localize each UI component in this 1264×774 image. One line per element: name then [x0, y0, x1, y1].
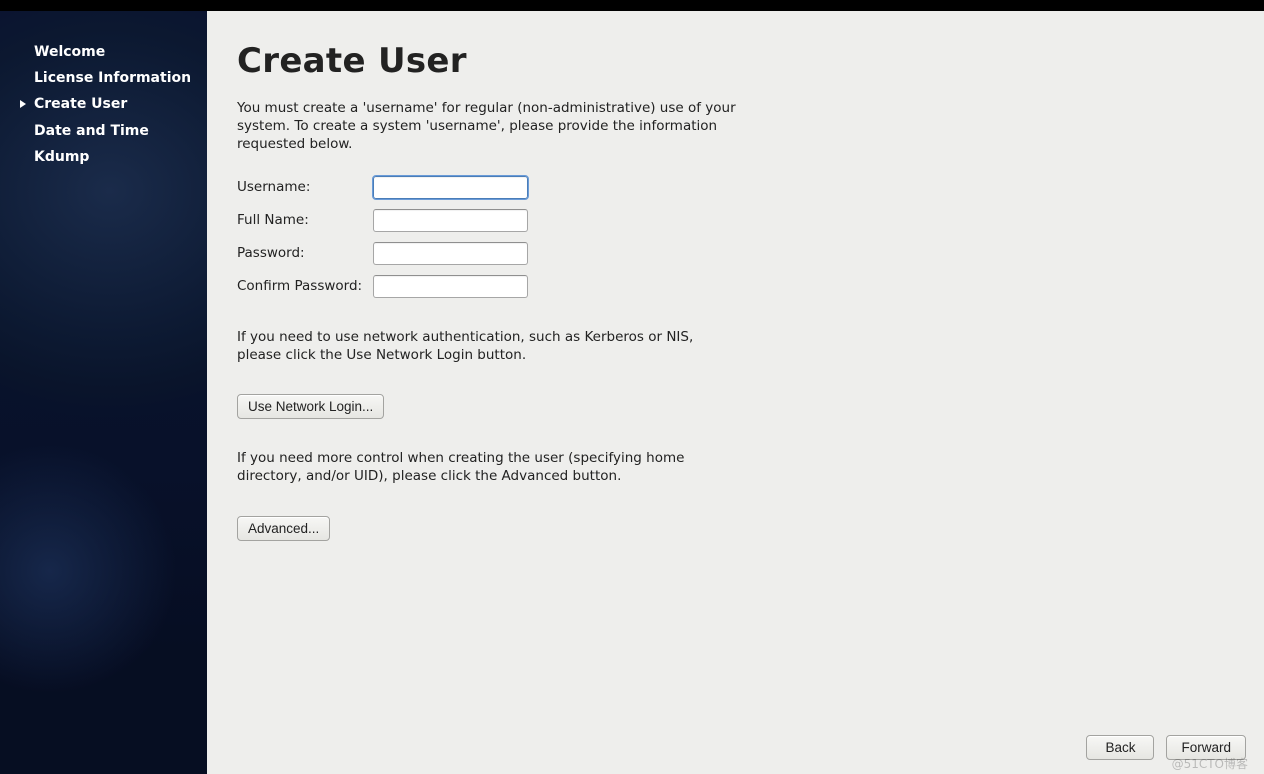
- sidebar-item-kdump[interactable]: Kdump: [0, 144, 207, 170]
- sidebar-item-create-user[interactable]: Create User: [0, 91, 207, 117]
- setup-steps-sidebar: Welcome License Information Create User …: [0, 11, 207, 774]
- label-confirm-password: Confirm Password:: [237, 278, 373, 294]
- sidebar-item-label: Kdump: [34, 149, 89, 165]
- footer-nav: Back Forward: [1086, 735, 1246, 760]
- password-field[interactable]: [373, 242, 528, 265]
- sidebar-item-label: License Information: [34, 70, 191, 86]
- sidebar-item-date-and-time[interactable]: Date and Time: [0, 118, 207, 144]
- row-username: Username:: [237, 176, 1077, 199]
- window-top-border: [0, 0, 1264, 11]
- row-confirm-password: Confirm Password:: [237, 275, 1077, 298]
- page-title: Create User: [237, 41, 1077, 81]
- label-username: Username:: [237, 179, 373, 195]
- sidebar-item-label: Date and Time: [34, 123, 149, 139]
- sidebar-item-license-information[interactable]: License Information: [0, 65, 207, 91]
- advanced-note: If you need more control when creating t…: [237, 449, 737, 485]
- sidebar-item-label: Welcome: [34, 44, 105, 60]
- back-button[interactable]: Back: [1086, 735, 1154, 760]
- confirm-password-field[interactable]: [373, 275, 528, 298]
- content-area: Create User You must create a 'username'…: [207, 11, 1264, 774]
- main-layout: Welcome License Information Create User …: [0, 11, 1264, 774]
- sidebar-item-label: Create User: [34, 96, 127, 112]
- network-login-note: If you need to use network authenticatio…: [237, 328, 737, 364]
- row-password: Password:: [237, 242, 1077, 265]
- sidebar-item-welcome[interactable]: Welcome: [0, 39, 207, 65]
- use-network-login-button[interactable]: Use Network Login...: [237, 394, 384, 419]
- intro-text: You must create a 'username' for regular…: [237, 99, 737, 154]
- label-password: Password:: [237, 245, 373, 261]
- username-field[interactable]: [373, 176, 528, 199]
- forward-button[interactable]: Forward: [1166, 735, 1246, 760]
- fullname-field[interactable]: [373, 209, 528, 232]
- advanced-button[interactable]: Advanced...: [237, 516, 330, 541]
- label-fullname: Full Name:: [237, 212, 373, 228]
- row-fullname: Full Name:: [237, 209, 1077, 232]
